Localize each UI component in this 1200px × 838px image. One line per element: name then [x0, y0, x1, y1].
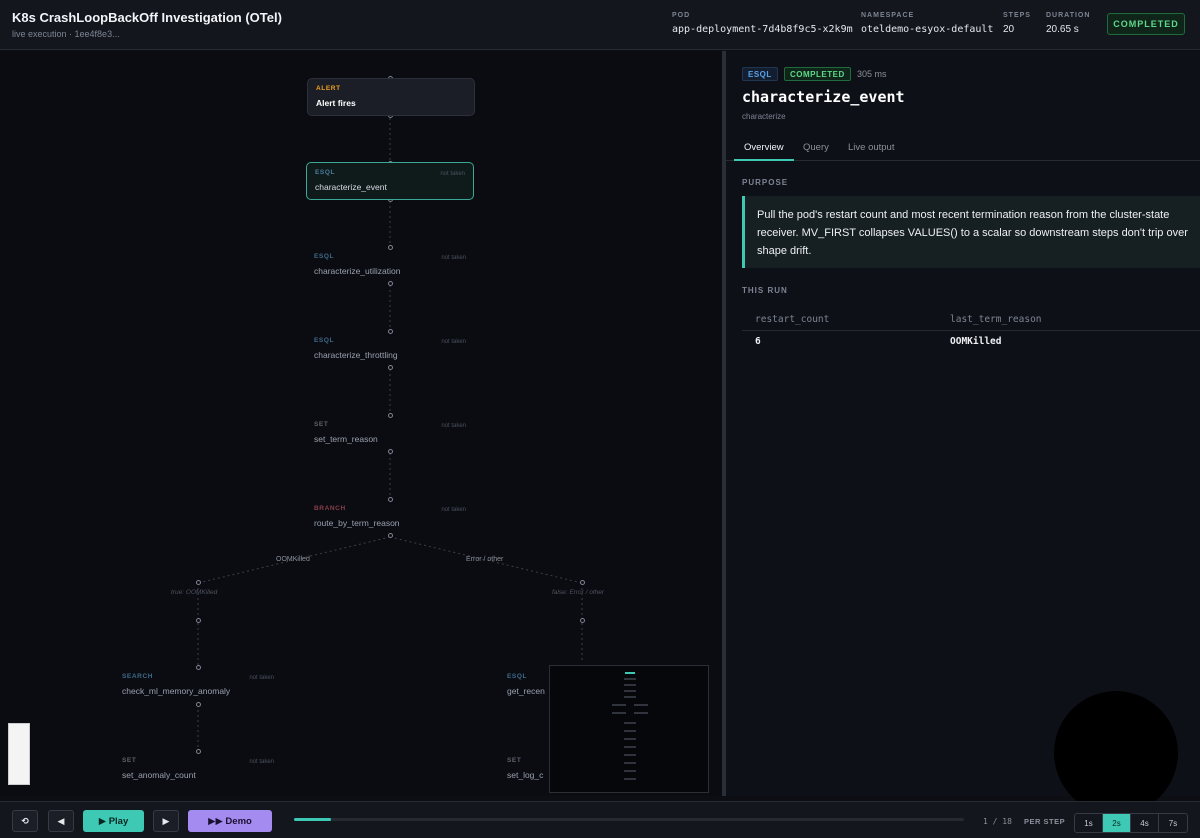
- column-header: last_term_reason: [950, 314, 1042, 325]
- node-name: route_by_term_reason: [314, 518, 400, 528]
- node-type: ALERT: [316, 85, 341, 92]
- node-check-ml-memory-anomaly[interactable]: SEARCH not taken check_ml_memory_anomaly: [114, 667, 282, 705]
- table-cell: 6: [755, 336, 761, 347]
- minimap[interactable]: [549, 665, 709, 793]
- meta-namespace-key: NAMESPACE: [861, 12, 915, 19]
- step-title: characterize_event: [742, 88, 905, 106]
- connector-dot: [196, 580, 201, 585]
- reset-icon: ⟲: [21, 815, 29, 826]
- node-state: not taken: [249, 759, 274, 765]
- node-name: get_recen: [507, 686, 545, 696]
- node-name: characterize_utilization: [314, 266, 401, 276]
- tab-query[interactable]: Query: [803, 142, 829, 153]
- node-name: set_anomaly_count: [122, 770, 196, 780]
- step-back-icon: ◀: [57, 815, 65, 826]
- edge-label-error-other: Error / other: [466, 556, 504, 563]
- progress-track[interactable]: [294, 818, 964, 821]
- node-name: check_ml_memory_anomaly: [122, 686, 231, 696]
- node-characterize-event[interactable]: ESQL not taken characterize_event: [306, 162, 474, 200]
- play-button[interactable]: ▶ Play: [83, 810, 144, 832]
- speed-option[interactable]: 1s: [1075, 814, 1103, 832]
- status-badge: COMPLETED: [1107, 13, 1185, 35]
- step-subtitle: characterize: [742, 112, 786, 121]
- node-characterize-utilization[interactable]: ESQL not taken characterize_utilization: [306, 247, 474, 285]
- run-results-table: restart_count last_term_reason 6 OOMKill…: [742, 309, 1200, 353]
- node-type: SET: [507, 757, 522, 764]
- table-cell: OOMKilled: [950, 336, 1002, 347]
- edge-condition-true: true: OOMKilled: [171, 589, 218, 596]
- step-forward-icon: ▶: [162, 815, 170, 826]
- node-state: not taken: [441, 423, 466, 429]
- meta-namespace: NAMESPACE oteldemo-esyox-default: [861, 12, 993, 35]
- detail-tabs: Overview Query Live output: [726, 135, 1200, 161]
- connector-dot: [196, 618, 201, 623]
- node-set-term-reason[interactable]: SET not taken set_term_reason: [306, 415, 474, 453]
- node-name: characterize_throttling: [314, 350, 398, 360]
- app-header: K8s CrashLoopBackOff Investigation (OTel…: [0, 0, 1200, 50]
- node-state: not taken: [441, 507, 466, 513]
- step-type-badge: ESQL: [742, 67, 778, 81]
- node-route-by-term-reason[interactable]: BRANCH not taken route_by_term_reason: [306, 499, 474, 537]
- step-counter: 1 / 18: [983, 817, 1012, 826]
- edge-condition-false: false: Error / other: [552, 589, 605, 596]
- workflow-canvas[interactable]: ALERT Alert fires ESQL not taken charact…: [0, 51, 722, 796]
- speed-option[interactable]: 7s: [1159, 814, 1187, 832]
- node-type: ESQL: [507, 673, 528, 680]
- node-state: not taken: [441, 339, 466, 345]
- execution-id: live execution · 1ee4f8e3...: [12, 29, 120, 39]
- meta-steps-key: STEPS: [1003, 12, 1031, 19]
- step-detail-panel: ESQL COMPLETED 305 ms characterize_event…: [726, 51, 1200, 796]
- node-state: not taken: [440, 171, 465, 177]
- speed-option[interactable]: 4s: [1131, 814, 1159, 832]
- reset-button[interactable]: ⟲: [12, 810, 38, 832]
- per-step-label: PER STEP: [1024, 817, 1066, 826]
- step-duration: 305 ms: [857, 69, 887, 79]
- step-forward-button[interactable]: ▶: [153, 810, 179, 832]
- step-back-button[interactable]: ◀: [48, 810, 74, 832]
- node-characterize-throttling[interactable]: ESQL not taken characterize_throttling: [306, 331, 474, 369]
- zoom-controls[interactable]: [8, 723, 30, 785]
- node-alert-fires[interactable]: ALERT Alert fires: [307, 78, 475, 116]
- table-header: restart_count last_term_reason: [742, 309, 1200, 331]
- purpose-heading: PURPOSE: [742, 178, 789, 187]
- meta-duration-value: 20.65 s: [1046, 24, 1079, 35]
- active-tab-indicator: [734, 159, 794, 161]
- meta-steps: STEPS 20: [1003, 12, 1031, 35]
- tab-live-output[interactable]: Live output: [848, 142, 894, 153]
- meta-namespace-value: oteldemo-esyox-default: [861, 24, 994, 35]
- node-state: not taken: [441, 255, 466, 261]
- speed-option[interactable]: 2s: [1103, 814, 1131, 832]
- meta-pod-key: POD: [672, 12, 691, 19]
- demo-button[interactable]: ▶▶ Demo: [188, 810, 272, 832]
- node-state: not taken: [249, 675, 274, 681]
- connector-dot: [580, 618, 585, 623]
- page-title: K8s CrashLoopBackOff Investigation (OTel…: [12, 10, 282, 25]
- this-run-heading: THIS RUN: [742, 286, 788, 295]
- table-row: 6 OOMKilled: [742, 331, 1200, 353]
- cursor-overlay: [1054, 691, 1178, 815]
- column-header: restart_count: [755, 314, 830, 325]
- purpose-text: Pull the pod's restart count and most re…: [742, 196, 1200, 268]
- edge-label-oomkilled: OOMKilled: [276, 556, 310, 563]
- meta-duration: DURATION 20.65 s: [1046, 12, 1090, 35]
- node-name: set_log_c: [507, 770, 544, 780]
- connector-dot: [580, 580, 585, 585]
- minimap-preview: [612, 672, 648, 780]
- meta-pod-value: app-deployment-7d4b8f9c5-x2k9m: [672, 24, 853, 35]
- speed-selector: 1s 2s 4s 7s: [1074, 813, 1188, 833]
- node-set-anomaly-count[interactable]: SET not taken set_anomaly_count: [114, 751, 282, 789]
- progress-fill: [294, 818, 331, 821]
- node-name: Alert fires: [316, 98, 356, 108]
- tab-overview[interactable]: Overview: [744, 142, 784, 153]
- meta-pod: POD app-deployment-7d4b8f9c5-x2k9m: [672, 12, 853, 35]
- step-status-badge: COMPLETED: [784, 67, 851, 81]
- meta-steps-value: 20: [1003, 24, 1015, 35]
- node-name: set_term_reason: [314, 434, 378, 444]
- meta-duration-key: DURATION: [1046, 12, 1091, 19]
- node-name: characterize_event: [315, 182, 387, 192]
